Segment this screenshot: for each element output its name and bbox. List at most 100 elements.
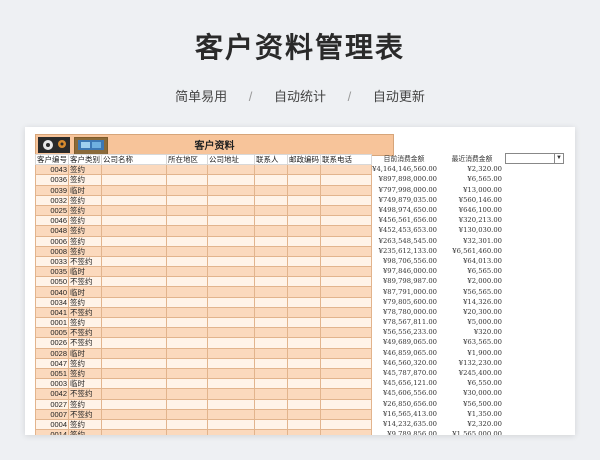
empty-cell[interactable] bbox=[320, 164, 372, 176]
empty-cell[interactable] bbox=[287, 316, 321, 329]
empty-cell[interactable] bbox=[166, 164, 208, 176]
empty-cell[interactable] bbox=[207, 408, 255, 420]
empty-cell[interactable] bbox=[320, 286, 372, 298]
empty-cell[interactable] bbox=[287, 255, 321, 268]
empty-cell[interactable] bbox=[166, 184, 208, 196]
empty-cell[interactable] bbox=[207, 276, 255, 288]
customer-type[interactable]: 不签约 bbox=[68, 408, 102, 420]
empty-cell[interactable] bbox=[320, 215, 372, 227]
empty-cell[interactable] bbox=[287, 245, 321, 257]
empty-cell[interactable] bbox=[207, 367, 255, 380]
empty-cell[interactable] bbox=[320, 174, 372, 186]
customer-code[interactable]: 0046 bbox=[35, 215, 69, 227]
empty-cell[interactable] bbox=[207, 164, 255, 176]
customer-type[interactable]: 签约 bbox=[68, 235, 102, 247]
empty-cell[interactable] bbox=[101, 215, 167, 227]
customer-type[interactable]: 签约 bbox=[68, 245, 102, 257]
customer-code[interactable]: 0032 bbox=[35, 194, 69, 206]
customer-type[interactable]: 临时 bbox=[68, 378, 102, 390]
customer-type[interactable]: 签约 bbox=[68, 194, 102, 206]
empty-cell[interactable] bbox=[320, 388, 372, 400]
empty-cell[interactable] bbox=[287, 215, 321, 227]
empty-cell[interactable] bbox=[207, 327, 255, 339]
empty-cell[interactable] bbox=[166, 194, 208, 206]
empty-cell[interactable] bbox=[320, 357, 372, 369]
empty-cell[interactable] bbox=[320, 398, 372, 410]
empty-cell[interactable] bbox=[101, 245, 167, 257]
empty-cell[interactable] bbox=[287, 286, 321, 298]
empty-cell[interactable] bbox=[254, 235, 288, 247]
customer-code[interactable]: 0033 bbox=[35, 255, 69, 268]
empty-cell[interactable] bbox=[101, 225, 167, 237]
empty-cell[interactable] bbox=[320, 429, 372, 435]
customer-type[interactable]: 签约 bbox=[68, 398, 102, 410]
empty-cell[interactable] bbox=[254, 245, 288, 257]
empty-cell[interactable] bbox=[254, 194, 288, 206]
empty-cell[interactable] bbox=[207, 194, 255, 206]
empty-cell[interactable] bbox=[166, 337, 208, 349]
empty-cell[interactable] bbox=[320, 347, 372, 359]
empty-cell[interactable] bbox=[320, 327, 372, 339]
empty-cell[interactable] bbox=[207, 357, 255, 369]
empty-cell[interactable] bbox=[320, 408, 372, 420]
customer-type[interactable]: 临时 bbox=[68, 184, 102, 196]
customer-type[interactable]: 不签约 bbox=[68, 337, 102, 349]
empty-cell[interactable] bbox=[254, 164, 288, 176]
empty-cell[interactable] bbox=[207, 429, 255, 435]
empty-cell[interactable] bbox=[287, 367, 321, 380]
empty-cell[interactable] bbox=[287, 235, 321, 247]
customer-type[interactable]: 签约 bbox=[68, 367, 102, 380]
empty-cell[interactable] bbox=[101, 378, 167, 390]
empty-cell[interactable] bbox=[254, 296, 288, 308]
empty-cell[interactable] bbox=[207, 255, 255, 268]
empty-cell[interactable] bbox=[254, 398, 288, 410]
empty-cell[interactable] bbox=[207, 347, 255, 359]
empty-cell[interactable] bbox=[101, 286, 167, 298]
customer-code[interactable]: 0025 bbox=[35, 204, 69, 217]
customer-type[interactable]: 临时 bbox=[68, 286, 102, 298]
empty-cell[interactable] bbox=[166, 276, 208, 288]
empty-cell[interactable] bbox=[166, 174, 208, 186]
customer-code[interactable]: 0040 bbox=[35, 286, 69, 298]
customer-type[interactable]: 签约 bbox=[68, 204, 102, 217]
empty-cell[interactable] bbox=[101, 388, 167, 400]
empty-cell[interactable] bbox=[101, 174, 167, 186]
empty-cell[interactable] bbox=[166, 378, 208, 390]
empty-cell[interactable] bbox=[287, 164, 321, 176]
empty-cell[interactable] bbox=[207, 418, 255, 431]
empty-cell[interactable] bbox=[254, 357, 288, 369]
empty-cell[interactable] bbox=[287, 357, 321, 369]
customer-type[interactable]: 临时 bbox=[68, 347, 102, 359]
empty-cell[interactable] bbox=[320, 378, 372, 390]
empty-cell[interactable] bbox=[207, 184, 255, 196]
empty-cell[interactable] bbox=[101, 429, 167, 435]
empty-cell[interactable] bbox=[254, 276, 288, 288]
empty-cell[interactable] bbox=[101, 276, 167, 288]
empty-cell[interactable] bbox=[166, 347, 208, 359]
empty-cell[interactable] bbox=[101, 357, 167, 369]
customer-type[interactable]: 签约 bbox=[68, 164, 102, 176]
empty-cell[interactable] bbox=[287, 204, 321, 217]
empty-cell[interactable] bbox=[254, 347, 288, 359]
empty-cell[interactable] bbox=[254, 316, 288, 329]
customer-code[interactable]: 0036 bbox=[35, 174, 69, 186]
empty-cell[interactable] bbox=[287, 306, 321, 319]
empty-cell[interactable] bbox=[166, 204, 208, 217]
customer-type[interactable]: 不签约 bbox=[68, 255, 102, 268]
empty-cell[interactable] bbox=[254, 408, 288, 420]
customer-type[interactable]: 不签约 bbox=[68, 327, 102, 339]
customer-code[interactable]: 0050 bbox=[35, 276, 69, 288]
customer-type[interactable]: 签约 bbox=[68, 316, 102, 329]
empty-cell[interactable] bbox=[166, 429, 208, 435]
customer-code[interactable]: 0034 bbox=[35, 296, 69, 308]
empty-cell[interactable] bbox=[166, 357, 208, 369]
empty-cell[interactable] bbox=[320, 204, 372, 217]
customer-type[interactable]: 签约 bbox=[68, 418, 102, 431]
customer-type[interactable]: 不签约 bbox=[68, 276, 102, 288]
empty-cell[interactable] bbox=[101, 327, 167, 339]
customer-code[interactable]: 0026 bbox=[35, 337, 69, 349]
empty-cell[interactable] bbox=[101, 337, 167, 349]
empty-cell[interactable] bbox=[287, 408, 321, 420]
empty-cell[interactable] bbox=[254, 327, 288, 339]
empty-cell[interactable] bbox=[101, 418, 167, 431]
